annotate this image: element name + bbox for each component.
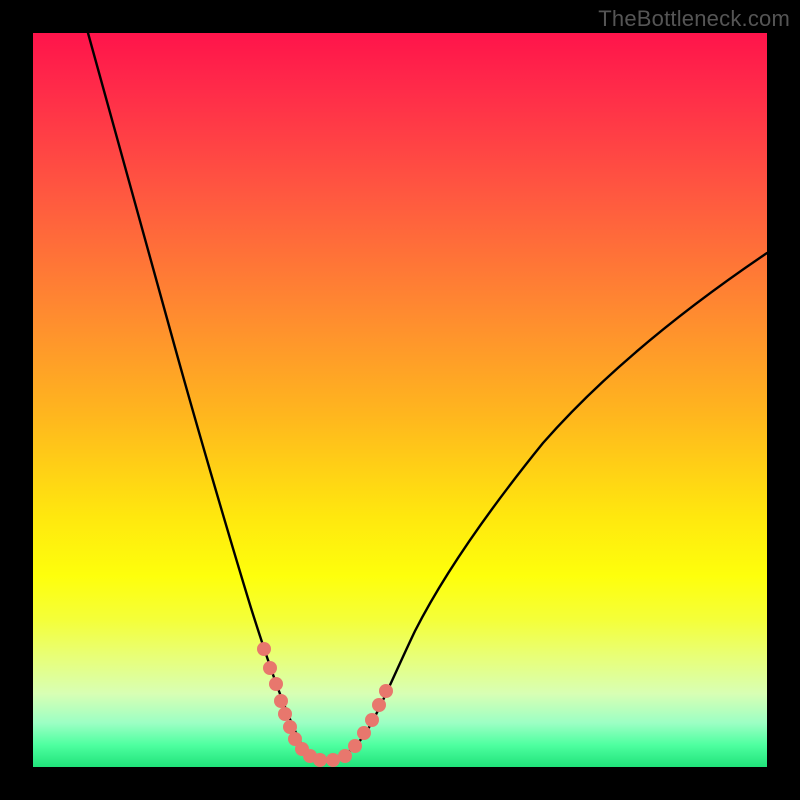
plot-area	[33, 33, 767, 767]
valley-markers	[257, 642, 393, 767]
curve-left-branch	[88, 33, 328, 761]
curves-svg	[33, 33, 767, 767]
watermark-text: TheBottleneck.com	[598, 6, 790, 32]
curve-right-branch	[328, 253, 767, 761]
chart-frame: TheBottleneck.com	[0, 0, 800, 800]
